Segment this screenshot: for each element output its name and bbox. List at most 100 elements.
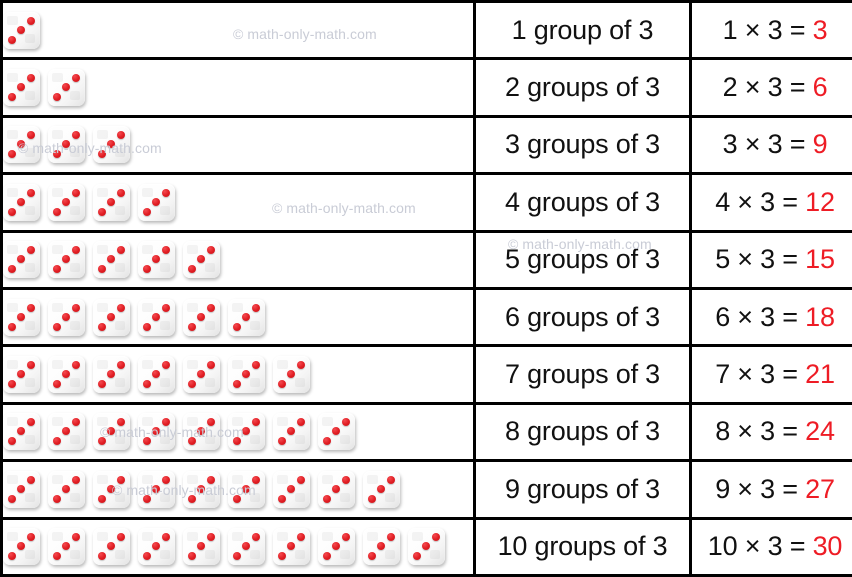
die-pip-icon (27, 361, 35, 369)
die-pip-icon (27, 131, 35, 139)
die-pip-icon (17, 83, 25, 91)
die-icon (228, 356, 265, 393)
die-pip-icon (287, 370, 295, 378)
die-pip-icon (287, 485, 295, 493)
die-pip-icon (17, 313, 25, 321)
die-pip-icon (107, 542, 115, 550)
die-pip-icon (27, 304, 35, 312)
die-pip-icon (117, 476, 125, 484)
die-pip-icon (53, 93, 61, 101)
die-pip-icon (152, 485, 160, 493)
die-pip-icon (152, 427, 160, 435)
die-pip-icon (152, 370, 160, 378)
die-pip-icon (332, 542, 340, 550)
dice-row (3, 471, 473, 508)
die-pip-icon (188, 552, 196, 560)
die-pip-icon (152, 542, 160, 550)
die-pip-icon (242, 313, 250, 321)
table-row: 7 groups of 37 × 3 = 21 (2, 346, 852, 403)
die-pip-icon (188, 437, 196, 445)
die-pip-icon (233, 437, 241, 445)
die-icon (273, 471, 310, 508)
dice-group-cell (2, 288, 475, 345)
die-pip-icon (242, 542, 250, 550)
die-icon (48, 126, 85, 163)
equation-answer: 27 (805, 474, 835, 504)
die-pip-icon (117, 189, 125, 197)
die-pip-icon (17, 198, 25, 206)
die-pip-icon (323, 437, 331, 445)
die-pip-icon (197, 255, 205, 263)
die-icon (3, 471, 40, 508)
die-pip-icon (387, 533, 395, 541)
die-icon (3, 69, 40, 106)
die-pip-icon (197, 313, 205, 321)
die-pip-icon (188, 495, 196, 503)
groups-description-cell: 6 groups of 3 (475, 288, 691, 345)
die-pip-icon (17, 542, 25, 550)
die-pip-icon (107, 427, 115, 435)
equation-expression: 9 × 3 = (715, 474, 805, 504)
die-icon (48, 356, 85, 393)
die-pip-icon (62, 140, 70, 148)
die-pip-icon (98, 265, 106, 273)
die-pip-icon (342, 533, 350, 541)
die-pip-icon (53, 552, 61, 560)
dice-row (3, 69, 473, 106)
die-pip-icon (197, 427, 205, 435)
die-icon (138, 356, 175, 393)
die-pip-icon (188, 323, 196, 331)
multiplication-equation-cell: 9 × 3 = 27 (691, 461, 852, 518)
die-pip-icon (8, 36, 16, 44)
die-pip-icon (368, 552, 376, 560)
die-icon (3, 126, 40, 163)
die-pip-icon (27, 533, 35, 541)
die-pip-icon (27, 476, 35, 484)
table-row: 6 groups of 36 × 3 = 18 (2, 288, 852, 345)
die-pip-icon (72, 476, 80, 484)
die-icon (228, 471, 265, 508)
die-icon (183, 241, 220, 278)
dice-group-cell (2, 461, 475, 518)
die-icon (273, 528, 310, 565)
die-pip-icon (278, 552, 286, 560)
table-row: 10 groups of 310 × 3 = 30 (2, 518, 852, 575)
die-pip-icon (107, 255, 115, 263)
table-row: 9 groups of 39 × 3 = 27 (2, 461, 852, 518)
die-pip-icon (287, 427, 295, 435)
table-row: 1 group of 31 × 3 = 3 (2, 2, 852, 59)
die-pip-icon (287, 542, 295, 550)
equation-answer: 15 (805, 244, 835, 274)
die-icon (93, 413, 130, 450)
die-icon (228, 413, 265, 450)
equation-answer: 21 (805, 359, 835, 389)
dice-group-cell (2, 2, 475, 59)
die-pip-icon (252, 476, 260, 484)
die-pip-icon (233, 495, 241, 503)
die-pip-icon (152, 198, 160, 206)
die-pip-icon (107, 140, 115, 148)
dice-row (3, 12, 473, 49)
dice-row (3, 184, 473, 221)
table-row: 3 groups of 33 × 3 = 9 (2, 116, 852, 173)
die-icon (93, 184, 130, 221)
die-icon (408, 528, 445, 565)
die-pip-icon (162, 533, 170, 541)
die-icon (138, 299, 175, 336)
multiplication-equation-cell: 10 × 3 = 30 (691, 518, 852, 575)
die-icon (48, 241, 85, 278)
die-pip-icon (207, 476, 215, 484)
die-pip-icon (197, 370, 205, 378)
die-icon (138, 471, 175, 508)
die-icon (48, 528, 85, 565)
die-icon (138, 413, 175, 450)
die-pip-icon (143, 380, 151, 388)
die-pip-icon (53, 150, 61, 158)
die-pip-icon (62, 83, 70, 91)
die-pip-icon (117, 131, 125, 139)
die-icon (3, 241, 40, 278)
die-pip-icon (323, 552, 331, 560)
equation-expression: 4 × 3 = (715, 187, 805, 217)
die-pip-icon (62, 313, 70, 321)
die-icon (183, 528, 220, 565)
